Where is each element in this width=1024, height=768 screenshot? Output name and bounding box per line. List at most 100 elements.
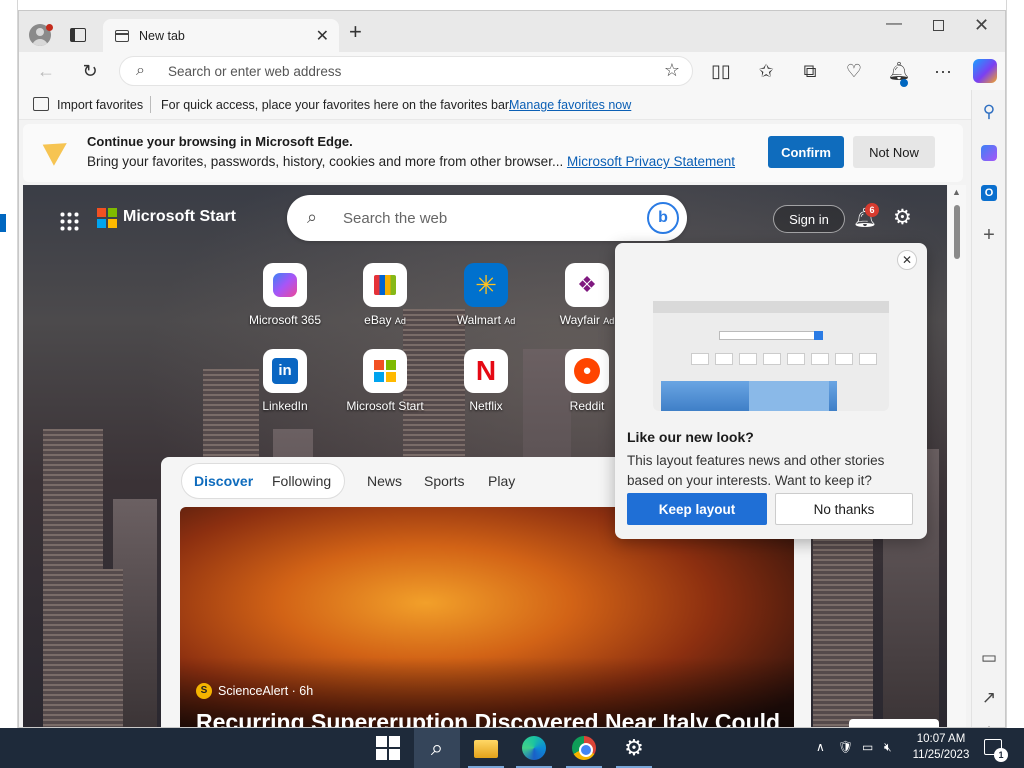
copilot-icon[interactable] bbox=[973, 59, 997, 83]
news-headline[interactable]: Recurring Supereruption Discovered Near … bbox=[196, 709, 780, 727]
app-launcher-icon[interactable] bbox=[59, 211, 79, 231]
tab-play[interactable]: Play bbox=[488, 473, 515, 489]
desktop-left-edge bbox=[0, 0, 18, 728]
clock-time: 10:07 AM bbox=[916, 733, 966, 745]
feedback-button[interactable] bbox=[849, 719, 939, 727]
sidebar-hide-icon[interactable]: ▭ bbox=[978, 648, 1000, 670]
netflix-icon: N bbox=[464, 349, 508, 393]
more-options-icon[interactable]: ··· bbox=[932, 60, 954, 82]
sidebar-external-link-icon[interactable]: ↗ bbox=[978, 688, 1000, 710]
keep-layout-button[interactable]: Keep layout bbox=[627, 493, 767, 525]
back-icon[interactable]: ← bbox=[35, 60, 57, 82]
network-icon[interactable]: ▭ bbox=[862, 740, 873, 754]
bing-chat-icon[interactable]: b bbox=[647, 202, 679, 234]
close-window-button[interactable]: ✕ bbox=[974, 15, 989, 36]
scrollbar-thumb[interactable] bbox=[954, 205, 960, 259]
quick-link-microsoft-365[interactable]: Microsoft 365 bbox=[235, 263, 335, 327]
clock-date: 11/25/2023 bbox=[912, 749, 970, 761]
microsoft-start-brand[interactable]: Microsoft Start bbox=[123, 208, 236, 226]
microsoft-logo-icon bbox=[97, 208, 117, 228]
tab-actions-icon[interactable] bbox=[70, 28, 86, 42]
tab-news[interactable]: News bbox=[367, 473, 402, 489]
layout-preview-illustration bbox=[653, 301, 889, 411]
import-favorites-button[interactable]: Import favorites bbox=[57, 98, 143, 112]
file-explorer-icon[interactable] bbox=[474, 740, 498, 758]
quick-link-linkedin[interactable]: in LinkedIn bbox=[235, 349, 335, 413]
notification-indicator bbox=[900, 79, 908, 87]
tile-label: Microsoft Start bbox=[346, 399, 424, 413]
tile-label: Wayfair bbox=[559, 313, 600, 327]
tab-title: New tab bbox=[139, 29, 185, 43]
notification-count-badge: 6 bbox=[865, 203, 879, 217]
ebay-shopping-bag-icon bbox=[363, 263, 407, 307]
tile-label: Walmart bbox=[456, 313, 501, 327]
infobar-title: Continue your browsing in Microsoft Edge… bbox=[87, 134, 353, 149]
news-card[interactable]: S ScienceAlert · 6h Recurring Supererupt… bbox=[180, 507, 794, 727]
tab-close-icon[interactable]: ✕ bbox=[316, 26, 329, 46]
web-search-box[interactable]: ⌕ Search the web b bbox=[287, 195, 687, 241]
quick-link-walmart[interactable]: ✳ Walmart Ad bbox=[436, 263, 536, 327]
quick-link-microsoft-start[interactable]: Microsoft Start bbox=[335, 349, 435, 413]
tile-label: LinkedIn bbox=[262, 399, 308, 413]
manage-favorites-link[interactable]: Manage favorites now bbox=[509, 98, 631, 112]
wayfair-icon: ❖ bbox=[565, 263, 609, 307]
maximize-button[interactable] bbox=[933, 20, 944, 31]
confirm-button[interactable]: Confirm bbox=[768, 136, 844, 168]
privacy-statement-link[interactable]: Microsoft Privacy Statement bbox=[567, 154, 735, 169]
not-now-button[interactable]: Not Now bbox=[853, 136, 935, 168]
popup-title: Like our new look? bbox=[627, 429, 754, 445]
sidebar-outlook-icon[interactable]: O bbox=[978, 182, 1000, 204]
split-screen-icon[interactable]: ▯▯ bbox=[710, 60, 732, 82]
show-hidden-icons-icon[interactable]: ∧ bbox=[816, 740, 825, 754]
address-placeholder: Search or enter web address bbox=[168, 64, 342, 79]
infobar-text: Bring your favorites, passwords, history… bbox=[87, 154, 735, 169]
quick-link-netflix[interactable]: N Netflix bbox=[436, 349, 536, 413]
news-source: ScienceAlert · 6h bbox=[218, 684, 314, 698]
taskbar: ⌕ ⚙ ∧ 🛡︎ ▭ 🔇︎ 10:07 AM 11/25/2023 1 bbox=[0, 728, 1024, 768]
browser-essentials-icon[interactable]: ♡ bbox=[843, 60, 865, 82]
ad-label: Ad bbox=[603, 316, 615, 326]
title-bar: New tab ✕ + — ✕ bbox=[19, 11, 1005, 53]
new-tab-button[interactable]: + bbox=[349, 21, 362, 43]
system-clock[interactable]: 10:07 AM 11/25/2023 bbox=[906, 731, 976, 763]
close-icon[interactable]: ✕ bbox=[897, 250, 917, 270]
import-arrow-icon bbox=[42, 134, 74, 166]
minimize-button[interactable]: — bbox=[886, 15, 902, 33]
sidebar-add-icon[interactable]: + bbox=[978, 224, 1000, 246]
edge-icon[interactable] bbox=[522, 736, 546, 760]
linkedin-icon: in bbox=[263, 349, 307, 393]
tab-following[interactable]: Following bbox=[272, 473, 331, 489]
address-bar[interactable]: ⌕ Search or enter web address ☆ bbox=[119, 56, 693, 86]
microsoft-logo-icon bbox=[363, 349, 407, 393]
volume-muted-icon[interactable]: 🔇︎ bbox=[884, 740, 892, 755]
page-settings-icon[interactable]: ⚙ bbox=[893, 205, 912, 230]
taskbar-search-icon[interactable]: ⌕ bbox=[414, 728, 460, 768]
settings-icon[interactable]: ⚙ bbox=[622, 736, 646, 760]
tab-sports[interactable]: Sports bbox=[424, 473, 464, 489]
refresh-icon[interactable]: ↻ bbox=[79, 60, 101, 82]
chrome-icon[interactable] bbox=[572, 736, 596, 760]
edge-sidebar: ⚲ O + ▭ ↗ ⚙ bbox=[971, 90, 1005, 727]
no-thanks-button[interactable]: No thanks bbox=[775, 493, 913, 525]
scroll-up-icon[interactable]: ▲ bbox=[952, 187, 961, 197]
favorites-icon[interactable]: ✩ bbox=[755, 60, 777, 82]
tab-new-tab[interactable]: New tab ✕ bbox=[103, 19, 339, 53]
edge-browser-window: New tab ✕ + — ✕ ← ↻ ⌕ Search or enter we… bbox=[18, 10, 1006, 728]
page-scrollbar[interactable]: ▲ bbox=[948, 185, 966, 727]
skyline-building bbox=[53, 569, 123, 727]
security-icon[interactable]: 🛡︎ bbox=[838, 740, 853, 754]
quick-link-ebay[interactable]: eBay Ad bbox=[335, 263, 435, 327]
walmart-icon: ✳ bbox=[464, 263, 508, 307]
sidebar-microsoft-365-icon[interactable] bbox=[978, 142, 1000, 164]
tile-label: Microsoft 365 bbox=[248, 313, 322, 327]
sign-in-button[interactable]: Sign in bbox=[773, 205, 845, 233]
reddit-icon: ● bbox=[565, 349, 609, 393]
collections-icon[interactable]: ⧉ bbox=[799, 60, 821, 82]
add-favorite-star-icon[interactable]: ☆ bbox=[664, 60, 680, 81]
new-look-popup: ✕ Like our new look? This layout feature… bbox=[615, 243, 927, 539]
notifications-icon[interactable]: 🔔︎ bbox=[888, 60, 911, 82]
import-favorites-icon[interactable] bbox=[33, 97, 49, 111]
start-button[interactable] bbox=[376, 736, 400, 760]
tab-discover[interactable]: Discover bbox=[194, 473, 253, 489]
sidebar-search-icon[interactable]: ⚲ bbox=[978, 102, 1000, 124]
